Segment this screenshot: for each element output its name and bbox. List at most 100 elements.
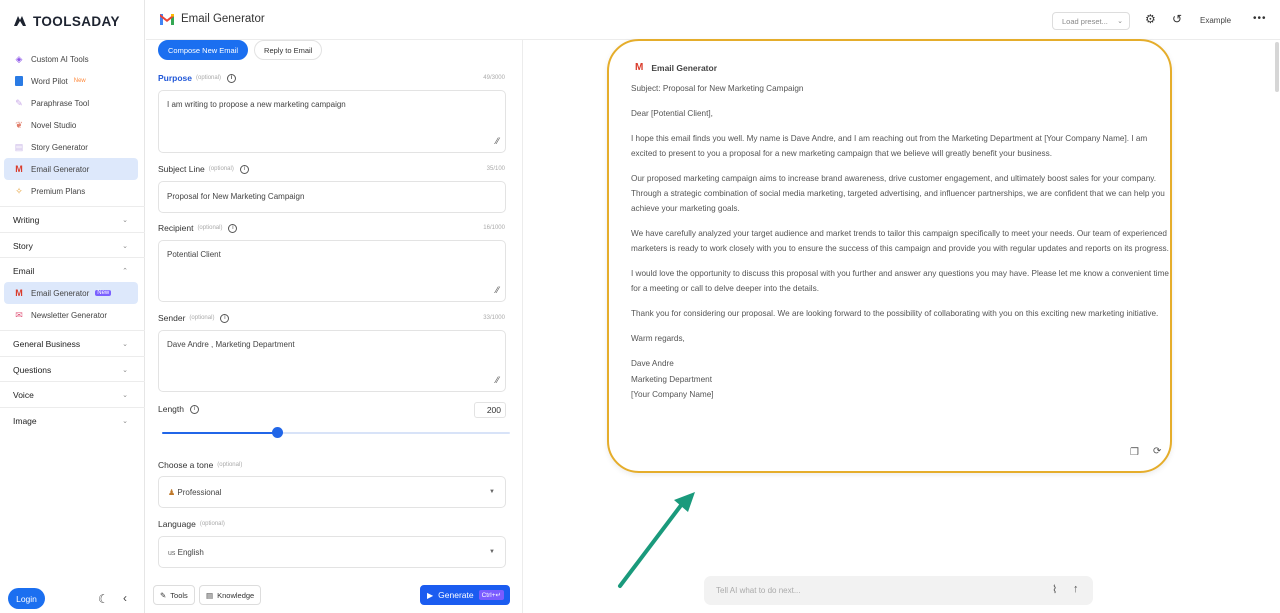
sidebar-item-novel-studio[interactable]: ❦ Novel Studio: [4, 114, 138, 136]
section-general-business[interactable]: General Business ⌄: [0, 330, 145, 356]
more-icon[interactable]: •••: [1253, 13, 1267, 24]
shortcut-badge: Ctrl+↵: [478, 590, 504, 600]
knowledge-button[interactable]: ▤ Knowledge: [199, 585, 262, 605]
info-icon[interactable]: i: [220, 313, 230, 323]
section-story[interactable]: Story ⌄: [0, 232, 145, 258]
load-preset-label: Load preset...: [1062, 16, 1108, 26]
sidebar-item-email-generator-sub[interactable]: M Email Generator New: [4, 282, 138, 304]
sidebar-item-email-generator[interactable]: M Email Generator: [4, 158, 138, 180]
purpose-value: I am writing to propose a new marketing …: [167, 100, 346, 109]
chevron-down-icon: ⌄: [122, 417, 128, 425]
scrollbar[interactable]: [1275, 42, 1279, 92]
section-label: Email: [13, 265, 35, 276]
chevron-left-icon[interactable]: ‹: [123, 591, 127, 605]
resize-handle-icon[interactable]: ⁄⁄: [496, 136, 499, 146]
sidebar-item-word-pilot[interactable]: Word Pilot New: [4, 70, 138, 92]
tone-selected: ♟ Professional: [168, 488, 221, 497]
chevron-down-icon: ⌄: [1117, 18, 1123, 25]
email-paragraph: We have carefully analyzed your target a…: [631, 229, 1169, 254]
sidebar-item-label: Story Generator: [31, 142, 88, 152]
generate-button[interactable]: ▶ Generate Ctrl+↵: [420, 585, 510, 605]
chevron-down-icon: ⌄: [122, 391, 128, 399]
brand-logo[interactable]: TOOLSADAY: [12, 13, 120, 29]
email-submenu: M Email Generator New ✉ Newsletter Gener…: [4, 282, 138, 326]
purpose-input[interactable]: I am writing to propose a new marketing …: [158, 90, 506, 153]
info-icon[interactable]: i: [239, 164, 249, 174]
language-value: English: [177, 547, 204, 557]
optional-tag: (optional): [197, 225, 223, 231]
sidebar-item-custom-ai-tools[interactable]: ◈ Custom AI Tools: [4, 48, 138, 70]
chat-input-bar[interactable]: Tell AI what to do next... ⌇ ↑: [704, 576, 1093, 605]
section-label: Voice: [13, 389, 34, 400]
resize-handle-icon[interactable]: ⁄⁄: [496, 285, 499, 295]
tab-reply-to-email[interactable]: Reply to Email: [254, 40, 323, 60]
send-arrow-icon[interactable]: ↑: [1073, 583, 1079, 595]
email-paragraph: I hope this email finds you well. My nam…: [631, 133, 1148, 158]
annotation-arrow-icon: [618, 492, 695, 588]
length-slider[interactable]: [162, 427, 510, 438]
gmail-icon: [160, 13, 174, 25]
section-questions[interactable]: Questions ⌄: [0, 356, 145, 382]
gear-icon[interactable]: ⚙: [1145, 12, 1156, 26]
recipient-label: Recipient (optional) i: [158, 223, 238, 233]
sender-char-count: 33/1000: [483, 315, 505, 321]
sidebar-item-label: Custom AI Tools: [31, 54, 89, 64]
section-email[interactable]: Email ⌃: [0, 257, 145, 283]
section-writing[interactable]: Writing ⌄: [0, 206, 145, 232]
tab-compose-new-email[interactable]: Compose New Email: [158, 40, 249, 60]
signature-department: Marketing Department: [631, 374, 712, 384]
signature-company: [Your Company Name]: [631, 390, 714, 400]
tone-label-text: Choose a tone: [158, 460, 214, 470]
email-paragraph: Thank you for considering our proposal. …: [631, 309, 1159, 319]
topbar: Email Generator Load preset... ⌄ ⚙ ↺ Exa…: [146, 0, 1280, 40]
sidebar-item-newsletter-generator[interactable]: ✉ Newsletter Generator: [4, 304, 138, 326]
example-button[interactable]: Example: [1200, 16, 1231, 25]
optional-tag: (optional): [196, 75, 222, 81]
tools-button[interactable]: ✎ Tools: [153, 585, 195, 605]
language-label-text: Language: [158, 519, 196, 529]
resize-handle-icon[interactable]: ⁄⁄: [496, 375, 499, 385]
history-icon[interactable]: ↺: [1172, 12, 1182, 26]
login-button[interactable]: Login: [8, 588, 45, 609]
info-icon[interactable]: i: [227, 73, 237, 83]
chevron-down-icon: ⌄: [122, 242, 128, 250]
load-preset-select[interactable]: Load preset... ⌄: [1052, 12, 1130, 30]
paraphrase-icon: ✎: [15, 97, 23, 108]
section-label: Writing: [13, 214, 40, 225]
moon-icon[interactable]: ☾: [98, 592, 109, 606]
sender-input[interactable]: Dave Andre , Marketing Department ⁄⁄: [158, 330, 506, 392]
tone-select[interactable]: ♟ Professional ▼: [158, 476, 506, 508]
purpose-label: Purpose (optional) i: [158, 73, 237, 83]
sidebar-item-story-generator[interactable]: ▤ Story Generator: [4, 136, 138, 158]
regenerate-icon[interactable]: ⟳: [1153, 446, 1161, 457]
email-signature: Dave Andre Marketing Department [Your Co…: [631, 356, 1171, 403]
recipient-input[interactable]: Potential Client ⁄⁄: [158, 240, 506, 302]
section-voice[interactable]: Voice ⌄: [0, 381, 145, 407]
sidebar-item-premium-plans[interactable]: ✧ Premium Plans: [4, 180, 138, 202]
language-select[interactable]: us English ▼: [158, 536, 506, 568]
language-label: Language (optional): [158, 519, 225, 529]
paperclip-icon[interactable]: ⌇: [1052, 583, 1057, 596]
sender-label: Sender (optional) i: [158, 313, 230, 323]
section-image[interactable]: Image ⌄: [0, 407, 145, 433]
subject-label-text: Subject Line: [158, 164, 205, 174]
section-label: General Business: [13, 338, 81, 349]
sidebar-item-paraphrase-tool[interactable]: ✎ Paraphrase Tool: [4, 92, 138, 114]
copy-icon[interactable]: ❐: [1130, 447, 1139, 458]
tone-value: Professional: [177, 487, 222, 497]
slider-thumb[interactable]: [272, 427, 283, 438]
optional-tag: (optional): [217, 462, 243, 468]
optional-tag: (optional): [199, 521, 225, 527]
info-icon[interactable]: i: [228, 223, 238, 233]
sidebar-item-label: Novel Studio: [31, 120, 77, 130]
length-value-input[interactable]: 200: [474, 402, 506, 418]
sidebar-item-label: Word Pilot: [31, 76, 68, 86]
section-label: Story: [13, 240, 33, 251]
new-badge: New: [73, 78, 86, 84]
subject-line-input[interactable]: Proposal for New Marketing Campaign: [158, 181, 506, 213]
recipient-char-count: 16/1000: [483, 225, 505, 231]
email-body: Subject: Proposal for New Marketing Camp…: [631, 81, 1171, 403]
caret-down-icon: ▼: [489, 549, 495, 555]
document-icon: ▤: [206, 590, 214, 600]
info-icon[interactable]: i: [190, 404, 199, 414]
